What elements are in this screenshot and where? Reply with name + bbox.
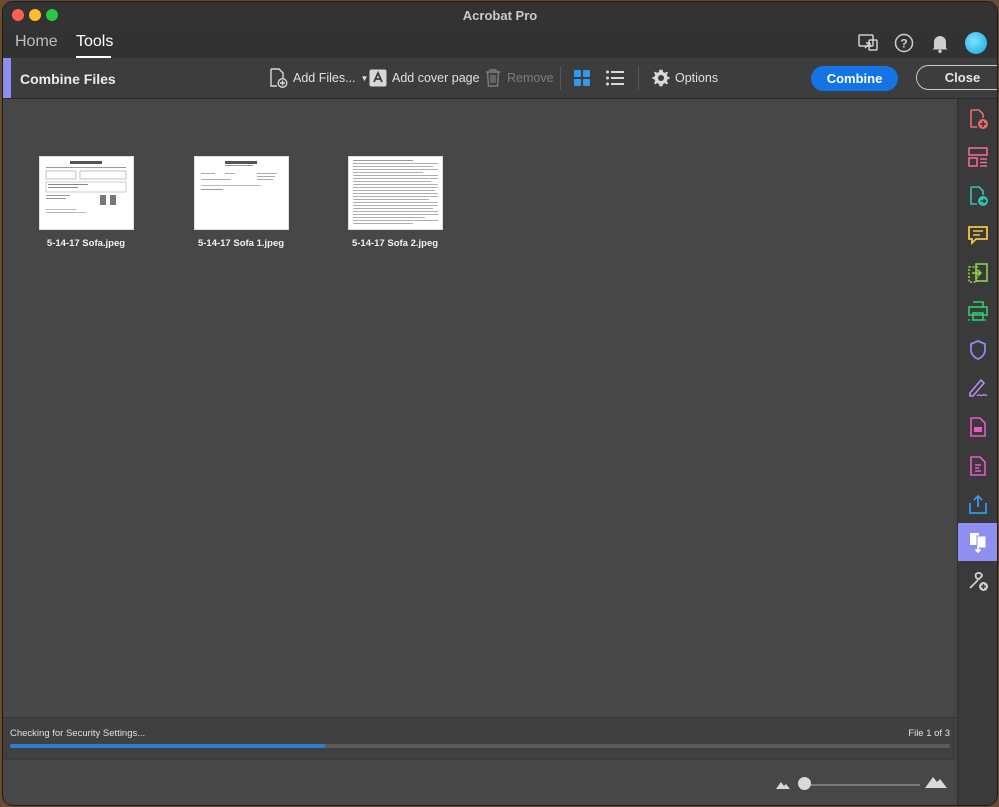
avatar[interactable] bbox=[965, 32, 987, 54]
comment-icon[interactable] bbox=[958, 216, 997, 254]
file-thumbnail-card[interactable]: 5-14-17 Sofa.jpeg bbox=[31, 156, 141, 249]
progress-fill bbox=[10, 744, 325, 748]
acrobat-window: Acrobat Pro Home Tools ? Combine Files A… bbox=[3, 2, 997, 805]
thumbnail-size-slider[interactable] bbox=[803, 784, 920, 786]
file-thumbnail-card[interactable]: 5-14-17 Sofa 2.jpeg bbox=[340, 156, 450, 249]
help-icon[interactable]: ? bbox=[893, 32, 915, 54]
file-counter: File 1 of 3 bbox=[908, 728, 950, 739]
more-tools-icon[interactable] bbox=[958, 562, 997, 600]
document-preview-image bbox=[200, 161, 277, 190]
svg-text:?: ? bbox=[900, 37, 907, 51]
file-thumbnail-card[interactable]: 5-14-17 Sofa 1.jpeg bbox=[186, 156, 296, 249]
share-icon[interactable] bbox=[958, 485, 997, 523]
add-files-button[interactable]: Add Files... ▼ bbox=[268, 66, 368, 90]
document-preview-image bbox=[45, 161, 126, 213]
status-bar: Checking for Security Settings... File 1… bbox=[3, 717, 956, 759]
tab-home[interactable]: Home bbox=[15, 33, 58, 51]
fill-sign-icon[interactable] bbox=[958, 369, 997, 407]
bottom-bar bbox=[3, 759, 956, 805]
file-name: 5-14-17 Sofa 1.jpeg bbox=[197, 238, 285, 249]
toolbar-divider bbox=[638, 66, 639, 90]
toolbar-accent-bar bbox=[3, 58, 11, 98]
add-cover-page-button[interactable]: Add cover page bbox=[369, 66, 480, 90]
trash-icon bbox=[486, 69, 500, 87]
add-cover-page-label: Add cover page bbox=[392, 71, 480, 85]
remove-button[interactable]: Remove bbox=[484, 66, 554, 90]
protect-icon[interactable] bbox=[958, 331, 997, 369]
form-icon[interactable] bbox=[958, 447, 997, 485]
status-message: Checking for Security Settings... bbox=[10, 728, 146, 739]
cover-page-icon bbox=[369, 69, 387, 87]
thumbnail-view-button[interactable] bbox=[573, 66, 591, 90]
document-preview-image bbox=[352, 160, 438, 224]
add-file-icon bbox=[270, 68, 288, 88]
zoom-in-mountain-icon[interactable] bbox=[925, 774, 947, 788]
export-pdf-icon[interactable] bbox=[958, 177, 997, 215]
organize-pages-icon[interactable] bbox=[958, 138, 997, 176]
bell-icon[interactable] bbox=[929, 32, 951, 54]
pdf-standards-icon[interactable] bbox=[958, 408, 997, 446]
add-files-label: Add Files... bbox=[293, 71, 356, 85]
top-navigation: Home Tools ? bbox=[3, 28, 997, 58]
list-view-icon bbox=[606, 70, 624, 86]
list-view-button[interactable] bbox=[605, 66, 625, 90]
grid-view-icon bbox=[574, 70, 590, 86]
options-button[interactable]: Options bbox=[652, 66, 718, 90]
top-right-icons: ? bbox=[857, 32, 987, 54]
file-name: 5-14-17 Sofa.jpeg bbox=[46, 238, 126, 249]
files-canvas: 5-14-17 Sofa.jpeg 5-14-17 Sofa 1.jpeg 5-… bbox=[3, 99, 944, 717]
tools-sidebar bbox=[957, 99, 997, 805]
page-title: Combine Files bbox=[20, 71, 116, 87]
file-name: 5-14-17 Sofa 2.jpeg bbox=[351, 238, 439, 249]
combine-toolbar: Combine Files Add Files... ▼ Add cover p… bbox=[3, 58, 997, 99]
print-production-icon[interactable] bbox=[958, 292, 997, 330]
file-thumbnail bbox=[38, 156, 134, 230]
toolbar-divider bbox=[560, 66, 561, 90]
file-thumbnail bbox=[193, 156, 289, 230]
options-label: Options bbox=[675, 71, 719, 85]
remove-label: Remove bbox=[507, 71, 554, 85]
gear-icon bbox=[652, 69, 670, 87]
combine-button[interactable]: Combine bbox=[811, 66, 898, 91]
tab-tools[interactable]: Tools bbox=[76, 33, 113, 51]
zoom-out-mountain-icon[interactable] bbox=[776, 779, 790, 789]
file-thumbnail bbox=[347, 156, 443, 230]
close-button[interactable]: Close bbox=[916, 65, 997, 90]
create-pdf-icon[interactable] bbox=[958, 100, 997, 138]
progress-bar bbox=[10, 744, 950, 748]
window-title: Acrobat Pro bbox=[462, 8, 538, 23]
share-screen-icon[interactable] bbox=[857, 32, 879, 54]
combine-files-icon[interactable] bbox=[958, 523, 997, 561]
slider-handle[interactable] bbox=[798, 777, 811, 790]
compare-icon[interactable] bbox=[958, 254, 997, 292]
chevron-down-icon: ▼ bbox=[360, 73, 369, 83]
title-bar: Acrobat Pro bbox=[3, 2, 997, 29]
